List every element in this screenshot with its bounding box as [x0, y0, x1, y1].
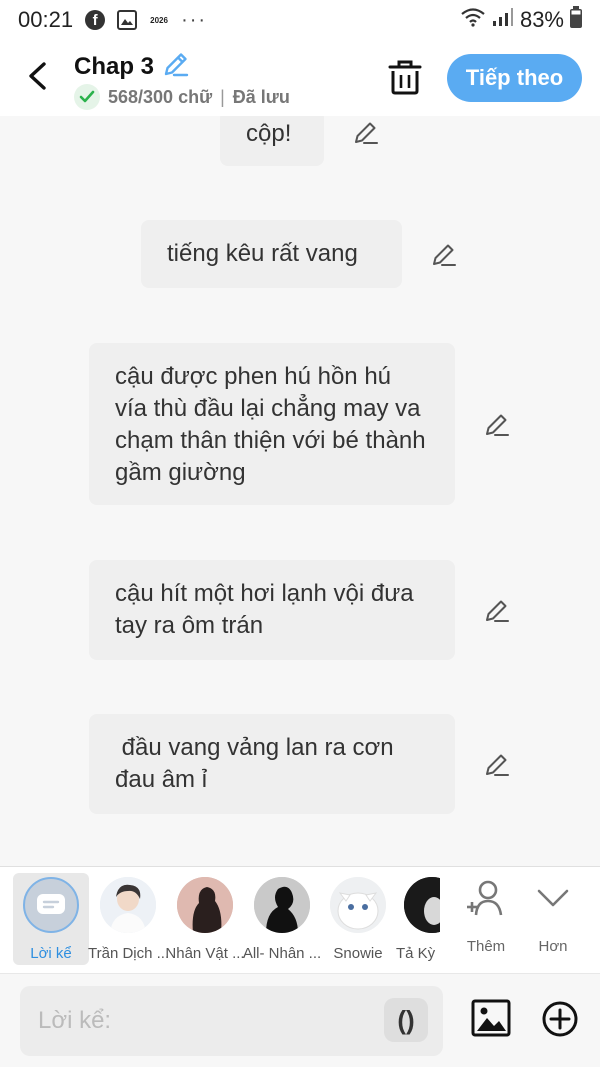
- message-bubble[interactable]: cộp!: [220, 116, 324, 166]
- edit-message-icon[interactable]: [430, 240, 458, 268]
- plus-circle-icon: [542, 1001, 578, 1037]
- avatar: [177, 877, 233, 933]
- editor-header: Chap 3 568/300 chữ | Đã lưu Tiếp theo: [0, 40, 600, 116]
- edit-title-button[interactable]: [162, 50, 190, 83]
- back-button[interactable]: [22, 58, 52, 94]
- word-count: 568/300 chữ: [108, 86, 213, 107]
- character-bar: Lời kể Trần Dịch ... Nhân Vật ... All- N…: [0, 866, 600, 973]
- character-item[interactable]: All- Nhân ...: [242, 877, 322, 962]
- more-label: Hơn: [538, 938, 568, 955]
- pencil-icon: [164, 53, 189, 77]
- avatar: [330, 877, 386, 933]
- next-button[interactable]: Tiếp theo: [447, 54, 582, 102]
- chevron-down-icon: [537, 889, 569, 907]
- composer-bar: (): [0, 973, 600, 1067]
- message-bubble[interactable]: cậu được phen hú hồn hú vía thù đầu lại …: [89, 343, 455, 505]
- more-dots-icon: ···: [181, 8, 208, 31]
- narrator-selector[interactable]: Lời kể: [13, 873, 89, 965]
- character-item[interactable]: Nhân Vật ...: [165, 877, 245, 962]
- chat-bubble-icon: [37, 894, 65, 914]
- delete-button[interactable]: [388, 58, 422, 96]
- narrator-avatar: [23, 877, 79, 933]
- avatar: [404, 877, 440, 933]
- avatar: [100, 877, 156, 933]
- gallery-icon: [117, 10, 138, 30]
- facebook-icon: f: [85, 10, 106, 30]
- chapter-title: Chap 3: [74, 52, 155, 80]
- edit-message-icon[interactable]: [352, 118, 380, 146]
- status-time: 00:21: [18, 7, 74, 32]
- message-bubble[interactable]: tiếng kêu rất vang: [141, 220, 402, 288]
- narrator-label: Lời kể: [30, 945, 72, 962]
- message-list: cộp! tiếng kêu rất vang cậu được phen hú…: [0, 116, 600, 866]
- character-item[interactable]: Trần Dịch ...: [88, 877, 168, 962]
- character-label: Nhân Vật ...: [165, 945, 245, 962]
- narration-input[interactable]: [38, 1004, 378, 1038]
- wifi-icon: [460, 7, 486, 33]
- message-bubble[interactable]: đầu vang vảng lan ra cơn đau âm ỉ: [89, 714, 455, 814]
- character-label: Tả Kỳ: [396, 945, 436, 962]
- battery-icon: [570, 6, 582, 34]
- back-arrow-icon: [29, 62, 46, 90]
- year-icon: 2026: [150, 15, 168, 25]
- trash-icon: [388, 60, 422, 95]
- avatar: [254, 877, 310, 933]
- insert-image-button[interactable]: [471, 998, 511, 1038]
- header-separator: |: [220, 86, 225, 107]
- add-button[interactable]: [541, 1000, 579, 1038]
- character-label: Trần Dịch ...: [88, 945, 168, 962]
- message-bubble[interactable]: cậu hít một hơi lạnh vội đưa tay ra ôm t…: [89, 560, 455, 660]
- add-label: Thêm: [466, 938, 506, 955]
- signal-icon: [492, 7, 514, 33]
- add-character-button[interactable]: Thêm: [456, 879, 516, 955]
- image-icon: [471, 999, 511, 1037]
- battery-percent: 83%: [519, 7, 564, 32]
- edit-message-icon[interactable]: [483, 750, 511, 778]
- character-label: All- Nhân ...: [242, 945, 322, 962]
- character-item[interactable]: Tả Kỳ: [380, 877, 440, 962]
- parentheses-button[interactable]: (): [384, 998, 428, 1042]
- status-bar: 00:21 f 2026 ··· 83%: [0, 0, 600, 40]
- saved-check-icon: [74, 84, 100, 110]
- edit-message-icon[interactable]: [483, 596, 511, 624]
- saved-status: Đã lưu: [232, 86, 290, 107]
- composer-box: (): [20, 986, 443, 1056]
- more-button[interactable]: Hơn: [523, 879, 583, 955]
- add-user-icon: [467, 880, 503, 916]
- edit-message-icon[interactable]: [483, 410, 511, 438]
